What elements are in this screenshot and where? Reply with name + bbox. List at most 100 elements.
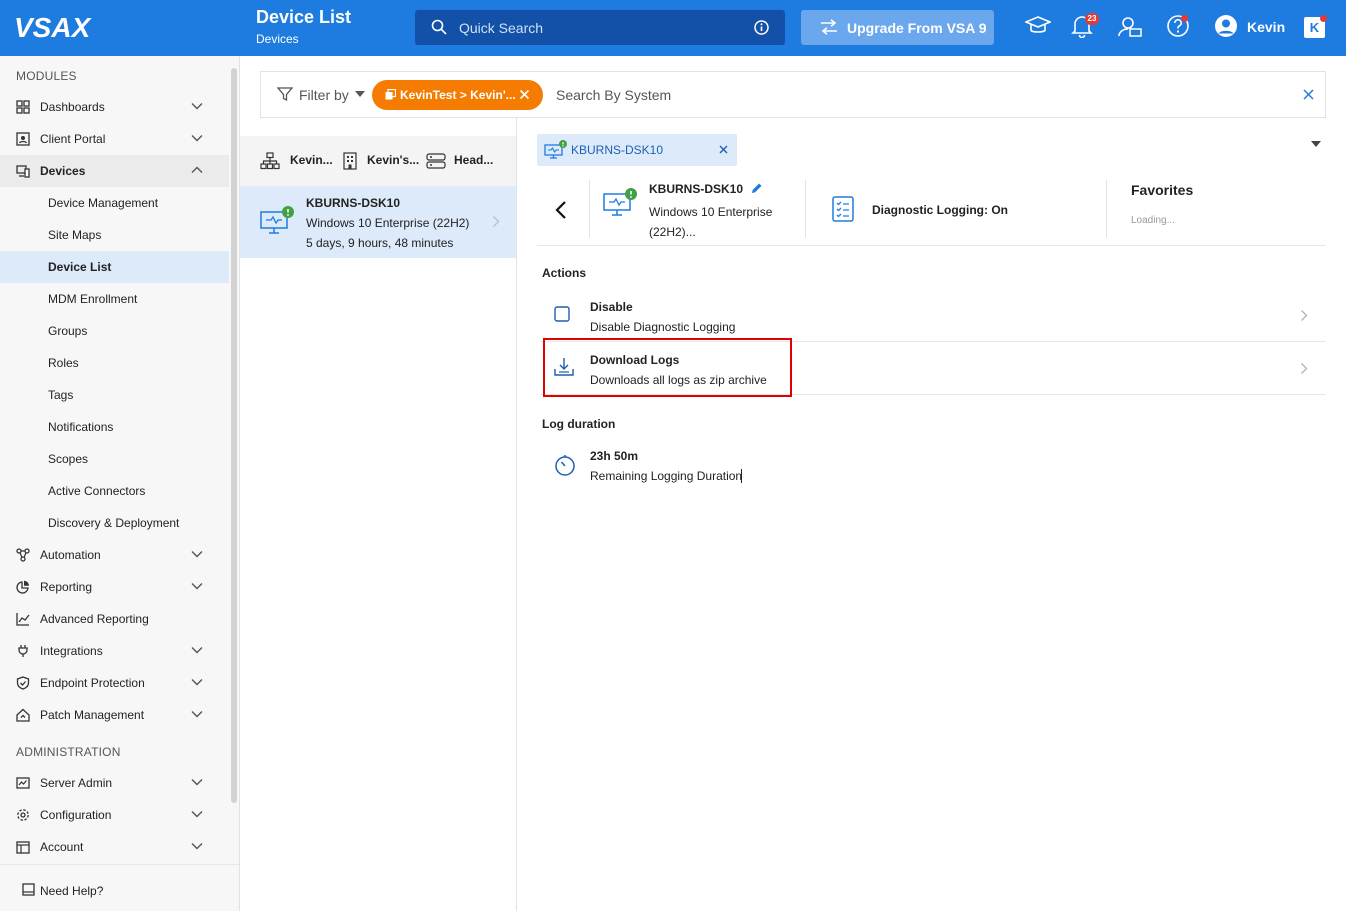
page-title-block: Device List Devices: [256, 6, 351, 46]
sidebar-item-client-portal[interactable]: Client Portal: [0, 123, 229, 155]
sidebar-sub-device-list[interactable]: Device List: [0, 251, 229, 283]
list-item[interactable]: KBURNS-DSK10 Windows 10 Enterprise (22H2…: [240, 186, 516, 258]
vsax-logo[interactable]: VSAX: [14, 10, 106, 44]
devices-icon: [16, 165, 30, 178]
device-list-panel: Kevin... Kevin's... Head... KBURNS-DSK10…: [240, 118, 517, 911]
chevron-down-icon: [191, 779, 203, 786]
diagnostic-status: Diagnostic Logging: On: [872, 203, 1008, 217]
modules-title: MODULES: [16, 69, 77, 83]
action-title: Disable: [590, 300, 633, 314]
filter-by-button[interactable]: Filter by: [276, 86, 365, 105]
sidebar-item-reporting[interactable]: Reporting: [0, 571, 229, 603]
log-duration-item: 23h 50m Remaining Logging Duration: [540, 444, 1326, 492]
building-icon: [343, 152, 357, 170]
sidebar-sub-label: Site Maps: [48, 228, 102, 242]
actions-title: Actions: [542, 266, 587, 280]
notification-badge: 23: [1085, 13, 1099, 25]
disable-action[interactable]: Disable Disable Diagnostic Logging: [540, 290, 1326, 342]
sidebar-sub-active-connectors[interactable]: Active Connectors: [0, 475, 229, 507]
sidebar-item-integrations[interactable]: Integrations: [0, 635, 229, 667]
computer-icon: [260, 206, 294, 234]
sidebar-sub-label: Active Connectors: [48, 484, 146, 498]
system-search-input[interactable]: Search By System: [556, 87, 671, 103]
need-help-label: Need Help?: [40, 884, 104, 898]
filter-by-label: Filter by: [299, 87, 349, 103]
sidebar-item-label: Server Admin: [40, 776, 113, 790]
upgrade-button[interactable]: Upgrade From VSA 9: [801, 10, 994, 45]
sidebar-sub-label: Groups: [48, 324, 88, 338]
sidebar-scrollbar[interactable]: [231, 68, 237, 803]
crumb-label: Kevin...: [290, 153, 333, 167]
sidebar-item-configuration[interactable]: Configuration: [0, 799, 229, 831]
sidebar-item-label: Endpoint Protection: [40, 676, 145, 690]
duration-desc: Remaining Logging Duration: [590, 469, 743, 483]
sidebar: MODULES Dashboards Client Portal Devices…: [0, 56, 240, 911]
filter-chip[interactable]: KevinTest > Kevin'...: [372, 80, 543, 110]
need-help-button[interactable]: Need Help?: [0, 864, 239, 911]
sidebar-item-devices[interactable]: Devices: [0, 155, 229, 187]
graduation-cap-icon[interactable]: [1025, 14, 1051, 38]
filter-icon: [276, 87, 294, 102]
sidebar-item-patch-management[interactable]: Patch Management: [0, 699, 229, 731]
divider: [589, 180, 590, 238]
sidebar-sub-roles[interactable]: Roles: [0, 347, 229, 379]
sidebar-item-advanced-reporting[interactable]: Advanced Reporting: [0, 603, 229, 635]
gear-icon: [17, 809, 29, 821]
top-bar: VSAX Device List Devices Quick Search Up…: [0, 0, 1346, 56]
page-subtitle: Devices: [256, 32, 299, 46]
user-name[interactable]: Kevin: [1247, 19, 1285, 35]
close-icon[interactable]: [1303, 89, 1314, 100]
chevron-down-icon: [191, 583, 203, 590]
favorites-loading: Loading...: [1131, 215, 1175, 226]
filter-chip-label: KevinTest > Kevin'...: [400, 88, 516, 102]
action-desc: Disable Diagnostic Logging: [590, 320, 736, 334]
device-tab-label: KBURNS-DSK10: [571, 143, 664, 157]
patch-icon: [16, 708, 30, 722]
sidebar-item-endpoint-protection[interactable]: Endpoint Protection: [0, 667, 229, 699]
sidebar-sub-device-management[interactable]: Device Management: [0, 187, 229, 219]
device-uptime: 5 days, 9 hours, 48 minutes: [306, 236, 454, 250]
sidebar-sub-groups[interactable]: Groups: [0, 315, 229, 347]
caret-down-icon[interactable]: [1311, 141, 1321, 147]
chevron-left-icon[interactable]: [555, 200, 567, 220]
book-icon: [22, 883, 35, 896]
sidebar-sub-mdm-enrollment[interactable]: MDM Enrollment: [0, 283, 229, 315]
sidebar-sub-tags[interactable]: Tags: [0, 379, 229, 411]
sidebar-item-server-admin[interactable]: Server Admin: [0, 767, 229, 799]
computer-icon: [603, 188, 637, 216]
sidebar-sub-notifications[interactable]: Notifications: [0, 411, 229, 443]
sidebar-item-account[interactable]: Account: [0, 831, 229, 863]
sidebar-sub-site-maps[interactable]: Site Maps: [0, 219, 229, 251]
sidebar-item-label: Client Portal: [40, 132, 106, 146]
sidebar-item-label: Reporting: [40, 580, 93, 594]
sidebar-sub-label: Device List: [48, 260, 112, 274]
device-tab[interactable]: KBURNS-DSK10: [537, 134, 737, 166]
sidebar-item-automation[interactable]: Automation: [0, 539, 229, 571]
device-header: KBURNS-DSK10 Windows 10 Enterprise (22H2…: [537, 178, 1326, 246]
sidebar-sub-discovery-deployment[interactable]: Discovery & Deployment: [0, 507, 229, 539]
chevron-up-icon: [191, 166, 203, 173]
pencil-icon[interactable]: [750, 182, 763, 195]
info-icon[interactable]: [754, 20, 769, 35]
user-avatar-icon[interactable]: [1214, 14, 1238, 38]
chart-icon: [16, 613, 30, 626]
device-name: KBURNS-DSK10: [649, 182, 744, 196]
duration-value: 23h 50m: [590, 449, 639, 463]
divider: [805, 180, 806, 238]
text-cursor: [741, 469, 742, 483]
timer-icon: [555, 455, 575, 476]
sidebar-sub-label: Discovery & Deployment: [48, 516, 180, 530]
administration-title: ADMINISTRATION: [16, 745, 121, 759]
sidebar-item-dashboards[interactable]: Dashboards: [0, 91, 229, 123]
sidebar-item-label: Account: [40, 840, 84, 854]
close-icon[interactable]: [519, 89, 530, 100]
close-icon[interactable]: [719, 145, 728, 154]
upgrade-label: Upgrade From VSA 9: [847, 20, 987, 36]
dashboard-icon: [16, 100, 30, 114]
sidebar-sub-scopes[interactable]: Scopes: [0, 443, 229, 475]
svg-text:VSAX: VSAX: [14, 12, 93, 43]
chevron-down-icon: [191, 135, 203, 142]
favorites-title: Favorites: [1131, 182, 1194, 198]
support-agent-icon[interactable]: [1117, 14, 1143, 38]
quick-search-input[interactable]: Quick Search: [415, 10, 785, 45]
